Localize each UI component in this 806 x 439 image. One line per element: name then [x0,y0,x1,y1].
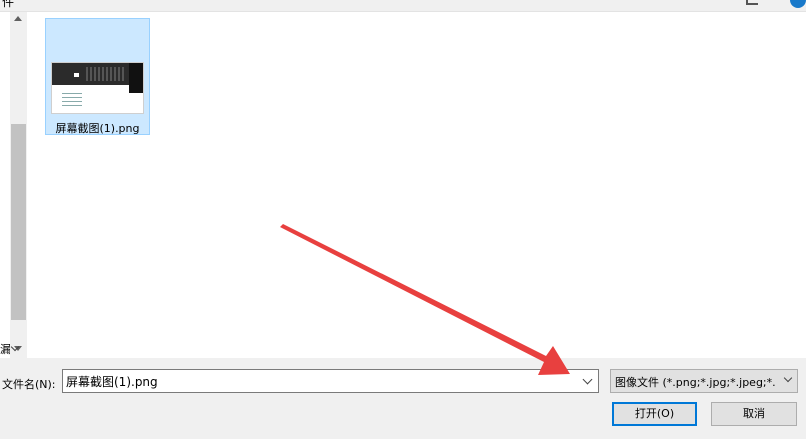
file-name-label: 屏幕截图(1).png [55,122,140,135]
dialog-footer: 文件名(N): 图像文件 (*.png;*.jpg;*.jpeg;*. 打开(O… [0,358,806,439]
filename-input[interactable] [66,372,566,390]
file-list-view[interactable]: 屏幕截图(1).png [28,12,806,358]
filetype-select[interactable]: 图像文件 (*.png;*.jpg;*.jpeg;*. [610,369,798,393]
scrollbar-thumb[interactable] [11,124,26,320]
help-icon[interactable] [790,0,806,8]
open-file-dialog: 件 漏 屏幕截图(1).png 文件名(N): 屏幕截图(1).png 图像文件… [0,0,806,439]
nav-item-label[interactable]: 漏 [0,341,10,357]
scroll-up-arrow-icon[interactable] [14,16,22,21]
view-options-icon[interactable] [746,0,758,5]
file-thumbnail [51,62,144,114]
dialog-title-fragment: 件 [2,0,15,9]
filename-label: 文件名(N): [2,378,56,391]
navigation-scrollbar[interactable] [10,12,27,358]
filetype-value: 图像文件 (*.png;*.jpg;*.jpeg;*. [615,376,775,389]
dialog-toolbar: 件 [0,0,806,12]
chevron-down-icon[interactable] [582,374,593,385]
open-button[interactable]: 打开(O) [612,402,697,426]
file-item[interactable]: 屏幕截图(1).png [45,18,150,135]
filename-combobox[interactable] [62,369,599,393]
chevron-down-icon [783,373,793,383]
cancel-button[interactable]: 取消 [711,402,797,426]
